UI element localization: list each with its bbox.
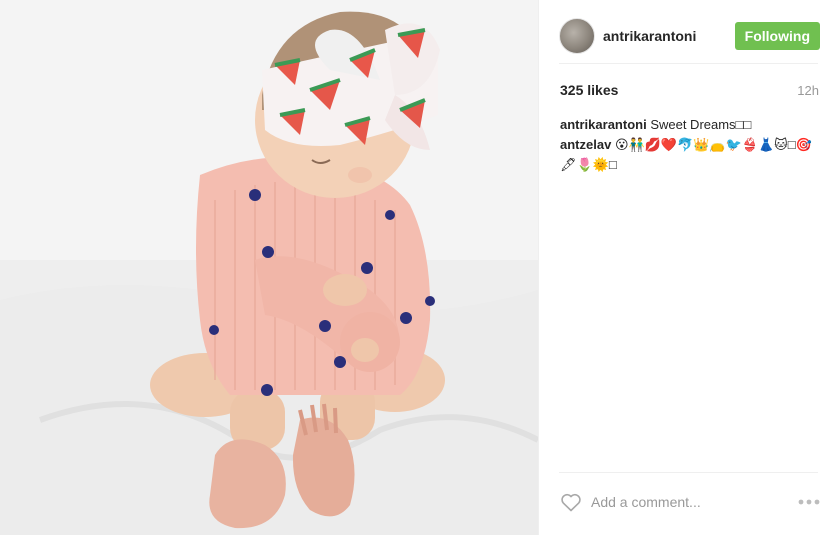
- post-time[interactable]: 12h: [797, 83, 819, 98]
- more-options-icon[interactable]: [797, 490, 821, 514]
- following-button[interactable]: Following: [734, 22, 820, 50]
- post-stats: 325 likes 12h: [560, 82, 819, 98]
- comment-text: Sweet Dreams□□: [650, 117, 752, 132]
- comment-username[interactable]: antzelav: [560, 137, 611, 152]
- likes-count[interactable]: 325 likes: [560, 82, 618, 98]
- comment-item: antzelav 😮👬💋❤️🐬👑👝🐦👙👗🐱□🎯🖋🌷🌞□: [560, 135, 819, 175]
- post-sidebar: antrikarantoni Following 325 likes 12h a…: [538, 0, 837, 535]
- comment-username[interactable]: antrikarantoni: [560, 117, 647, 132]
- comment-item: antrikarantoni Sweet Dreams□□: [560, 115, 819, 135]
- avatar[interactable]: [559, 18, 595, 54]
- header-divider: [559, 63, 818, 64]
- comment-divider: [559, 472, 818, 473]
- baby-photo-illustration: [0, 0, 538, 535]
- header-username[interactable]: antrikarantoni: [603, 28, 735, 44]
- post-photo[interactable]: [0, 0, 538, 535]
- post-header: antrikarantoni Following: [559, 10, 820, 62]
- heart-icon[interactable]: [559, 490, 583, 514]
- comments-list: antrikarantoni Sweet Dreams□□ antzelav 😮…: [560, 115, 819, 175]
- comment-bar: [559, 484, 821, 520]
- add-comment-input[interactable]: [591, 494, 797, 510]
